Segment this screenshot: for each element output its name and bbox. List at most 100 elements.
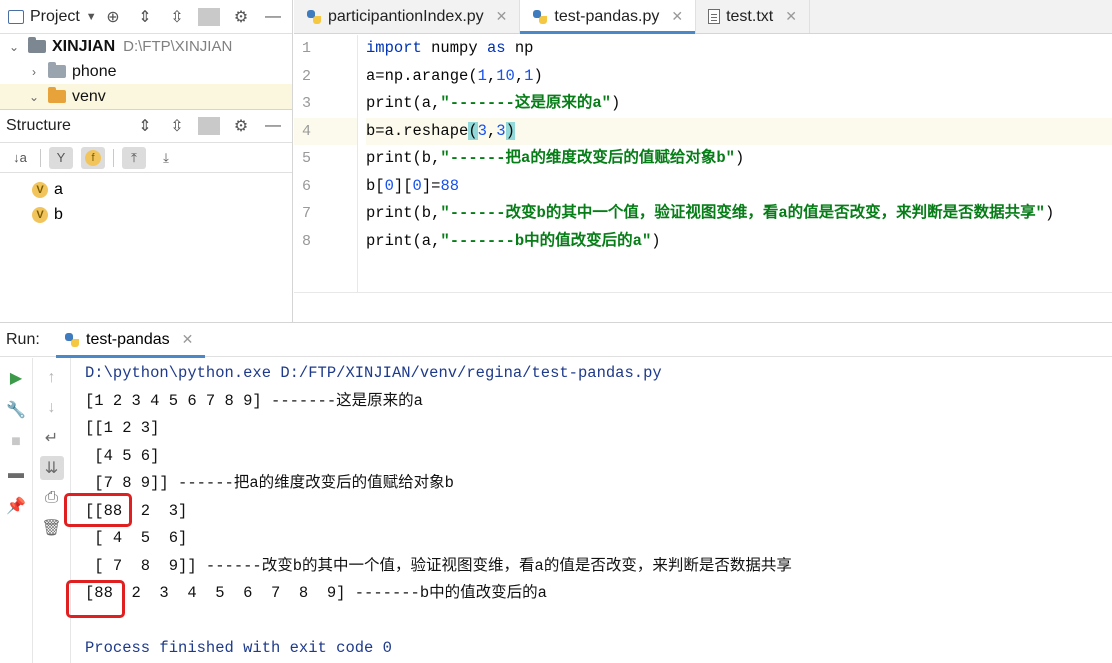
editor: participantionIndex.py ✕ test-pandas.py …	[294, 0, 1112, 322]
folder-icon	[48, 62, 66, 78]
tab-label: test.txt	[726, 7, 774, 25]
console-line: [1 2 3 4 5 6 7 8 9] -------这是原来的a	[85, 391, 423, 410]
editor-tabs: participantionIndex.py ✕ test-pandas.py …	[294, 0, 1112, 34]
arrow-down-icon[interactable]: ↓	[40, 396, 64, 420]
close-icon[interactable]: ✕	[182, 331, 194, 348]
structure-item-label: a	[54, 180, 63, 198]
code-lines[interactable]: import numpy as np a=np.arange(1,10,1) p…	[358, 35, 1112, 292]
pin-icon[interactable]: 📌	[4, 494, 28, 518]
console-line: [ 4 5 6]	[85, 529, 188, 547]
code-area[interactable]: 1 2 3 4 5 6 7 8 import numpy as np a=np.…	[294, 35, 1112, 292]
layout-icon[interactable]: ▬	[4, 462, 28, 486]
chevron-down-icon: ⌄	[28, 89, 40, 104]
tab-test-pandas[interactable]: test-pandas.py ✕	[520, 0, 697, 34]
function-badge: f	[85, 149, 101, 166]
code-line-3: print(a,"-------这是原来的a")	[366, 94, 621, 112]
console-line: D:\python\python.exe D:/FTP/XINJIAN/venv…	[85, 364, 662, 382]
divider	[198, 117, 220, 135]
stop-icon[interactable]: ■	[4, 430, 28, 454]
locate-icon[interactable]: ⊕	[102, 7, 124, 27]
gear-icon[interactable]: ⚙	[230, 7, 252, 27]
autoscroll-from-source-icon[interactable]: ⤓	[154, 147, 178, 169]
console-line: [88 2 3 4 5 6 7 8 9] -------b中的值改变后的a	[85, 584, 547, 602]
show-functions-icon[interactable]: f	[81, 146, 105, 169]
tree-item-label: phone	[72, 62, 117, 80]
run-header: Run: test-pandas ✕	[0, 323, 1112, 358]
divider	[113, 148, 114, 167]
line-gutter: 1 2 3 4 5 6 7 8	[294, 35, 358, 292]
structure-title: Structure	[6, 117, 71, 134]
minimize-icon[interactable]: —	[262, 117, 284, 135]
print-icon[interactable]: ⎙	[40, 486, 64, 510]
console-output[interactable]: D:\python\python.exe D:/FTP/XINJIAN/venv…	[64, 358, 1112, 663]
run-label: Run:	[6, 330, 40, 348]
rerun-icon[interactable]: ▶	[4, 366, 28, 390]
line-number: 4	[294, 117, 357, 145]
structure-toolbar: Structure ⇕ ⇳ ⚙ —	[0, 109, 292, 143]
tree-root[interactable]: ⌄ XINJIAN D:\FTP\XINJIAN	[0, 34, 292, 59]
close-icon[interactable]: ✕	[671, 8, 683, 25]
console-line: [[1 2 3]	[85, 419, 160, 437]
autoscroll-to-source-icon[interactable]: ⤒	[122, 146, 146, 169]
variable-icon: V	[32, 206, 48, 223]
text-file-icon	[708, 9, 721, 24]
collapse-all-icon[interactable]: ⇳	[166, 116, 188, 136]
tab-test-txt[interactable]: test.txt ✕	[696, 0, 810, 33]
close-icon[interactable]: ✕	[496, 8, 508, 25]
sort-alpha-icon[interactable]: ↓a	[8, 147, 32, 169]
line-number: 2	[302, 67, 312, 85]
annotation-box	[66, 580, 125, 618]
line-number: 1	[302, 40, 312, 57]
folder-icon	[48, 87, 66, 103]
show-fields-icon[interactable]: Y	[49, 146, 73, 169]
annotation-box	[64, 493, 132, 527]
project-view-selector[interactable]: Project ▼	[8, 8, 97, 26]
line-number: 8	[302, 232, 312, 250]
console-line: [ 7 8 9]] ------改变b的其中一个值，验证视图变维，看a的值是否改…	[85, 556, 792, 575]
tab-label: test-pandas.py	[554, 7, 660, 25]
code-line-2: a=np.arange(1,10,1)	[366, 66, 543, 85]
gear-icon[interactable]: ⚙	[230, 116, 252, 136]
python-file-icon	[306, 9, 322, 25]
expand-all-icon[interactable]: ⇕	[134, 7, 156, 27]
project-toolbar: Project ▼ ⊕ ⇕ ⇳ ⚙ —	[0, 0, 292, 34]
run-tab-test-pandas[interactable]: test-pandas ✕	[56, 323, 206, 358]
folder-icon	[28, 37, 46, 53]
code-line-7: print(b,"------改变b的其中一个值，验证视图变维，看a的值是否改变…	[366, 204, 1055, 222]
left-panel: Project ▼ ⊕ ⇕ ⇳ ⚙ — ⌄ XINJIAN D:\FTP\XIN…	[0, 0, 293, 322]
collapse-all-icon[interactable]: ⇳	[166, 7, 188, 27]
variable-icon: V	[32, 181, 48, 198]
divider	[40, 148, 41, 167]
console-line: Process finished with exit code 0	[85, 639, 392, 657]
structure-item-label: b	[54, 205, 63, 223]
expand-all-icon[interactable]: ⇕	[134, 116, 156, 136]
tree-item-label: venv	[72, 87, 106, 105]
code-line-8: print(a,"-------b中的值改变后的a")	[366, 231, 661, 250]
line-number: 3	[302, 95, 312, 112]
python-file-icon	[64, 332, 80, 348]
console-line: [7 8 9]] ------把a的维度改变后的值赋给对象b	[85, 474, 454, 492]
arrow-up-icon[interactable]: ↑	[40, 366, 64, 390]
tab-label: participantionIndex.py	[328, 7, 484, 25]
run-left-rail: ▶ 🔧 ■ ▬ 📌	[0, 358, 33, 663]
soft-wrap-icon[interactable]: ↵	[40, 426, 64, 450]
tree-item-phone[interactable]: › phone	[0, 59, 292, 84]
tab-participantionindex[interactable]: participantionIndex.py ✕	[294, 0, 521, 33]
scroll-to-end-icon[interactable]: ⇊	[39, 456, 64, 480]
chevron-right-icon: ›	[32, 64, 36, 79]
python-file-icon	[532, 9, 548, 25]
tree-item-venv[interactable]: ⌄ venv	[0, 84, 292, 109]
structure-tools: ↓a Y f ⤒ ⤓	[0, 143, 292, 173]
minimize-icon[interactable]: —	[262, 8, 284, 26]
close-icon[interactable]: ✕	[785, 8, 797, 25]
code-line-4: b=a.reshape(3,3)	[366, 117, 1112, 145]
wrench-icon[interactable]: 🔧	[4, 398, 28, 422]
trash-icon[interactable]: 🗑	[40, 516, 64, 540]
run-body: ▶ 🔧 ■ ▬ 📌 ↑ ↓ ↵ ⇊ ⎙ 🗑 D:\python\python.e…	[0, 358, 1112, 663]
code-line-1: import numpy as np	[366, 39, 534, 57]
line-number: 7	[302, 205, 312, 222]
structure-item-b[interactable]: V b	[0, 202, 292, 227]
line-number: 6	[302, 177, 312, 195]
structure-item-a[interactable]: V a	[0, 177, 292, 202]
